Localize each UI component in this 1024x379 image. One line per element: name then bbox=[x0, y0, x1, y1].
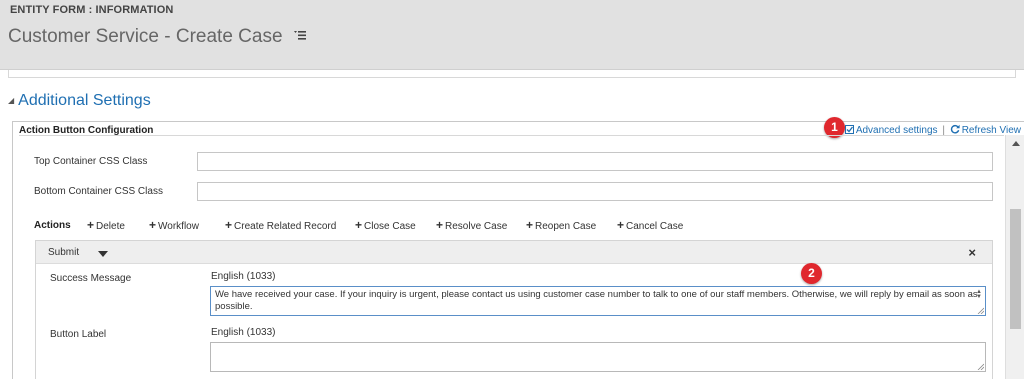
action-button-label: Cancel Case bbox=[626, 221, 684, 232]
textarea-spin-icon[interactable]: ▲ ▼ bbox=[975, 289, 983, 300]
top-container-css-label: Top Container CSS Class bbox=[34, 156, 148, 167]
bottom-container-css-label: Bottom Container CSS Class bbox=[34, 186, 163, 197]
form-title-text: Customer Service - Create Case bbox=[8, 26, 283, 48]
action-button-label: Reopen Case bbox=[535, 221, 597, 232]
form-selector-menu-icon[interactable] bbox=[293, 24, 306, 46]
add-delete-action-button[interactable]: + Delete bbox=[87, 218, 125, 232]
refresh-icon bbox=[950, 124, 960, 134]
success-message-text: We have received your case. If your inqu… bbox=[215, 289, 978, 312]
resize-grip-icon[interactable] bbox=[977, 363, 984, 370]
button-label-label: Button Label bbox=[50, 329, 107, 340]
success-message-label: Success Message bbox=[50, 273, 132, 284]
button-label-language: English (1033) bbox=[211, 327, 276, 338]
vertical-scrollbar[interactable] bbox=[1005, 135, 1024, 379]
add-resolve-case-action-button[interactable]: + Resolve Case bbox=[436, 218, 508, 232]
scrollbar-thumb[interactable] bbox=[1010, 209, 1021, 329]
edit-checkbox-icon bbox=[844, 125, 854, 134]
add-workflow-action-button[interactable]: + Workflow bbox=[149, 218, 199, 232]
add-close-case-action-button[interactable]: + Close Case bbox=[355, 218, 416, 232]
action-button-label: Resolve Case bbox=[445, 221, 508, 232]
success-message-language: English (1033) bbox=[211, 271, 276, 282]
section-heading-additional-settings[interactable]: ◢ Additional Settings bbox=[8, 92, 151, 110]
collapse-triangle-icon: ◢ bbox=[8, 96, 15, 105]
form-header: ENTITY FORM : INFORMATION Customer Servi… bbox=[0, 0, 1024, 70]
add-create-related-record-action-button[interactable]: + Create Related Record bbox=[225, 218, 337, 232]
submit-action-label: Submit bbox=[48, 247, 80, 258]
top-container-css-input[interactable] bbox=[197, 152, 993, 171]
actions-label: Actions bbox=[34, 220, 71, 231]
entity-form-label: ENTITY FORM : INFORMATION bbox=[10, 4, 174, 16]
success-message-textarea[interactable]: We have received your case. If your inqu… bbox=[210, 286, 986, 316]
plus-icon: + bbox=[617, 218, 625, 232]
plus-icon: + bbox=[149, 218, 157, 232]
action-button-label: Create Related Record bbox=[234, 221, 337, 232]
button-label-textarea[interactable] bbox=[210, 342, 986, 372]
section-divider bbox=[8, 70, 1016, 78]
plus-icon: + bbox=[436, 218, 444, 232]
plus-icon: + bbox=[225, 218, 233, 232]
callout-badge-2: 2 bbox=[801, 263, 822, 284]
scroll-up-arrow-icon[interactable] bbox=[1012, 141, 1020, 146]
add-cancel-case-action-button[interactable]: + Cancel Case bbox=[617, 218, 684, 232]
bottom-container-css-input[interactable] bbox=[197, 182, 993, 201]
page-title: Customer Service - Create Case bbox=[8, 26, 306, 48]
section-heading-label: Additional Settings bbox=[18, 92, 151, 109]
resize-grip-icon[interactable] bbox=[977, 307, 984, 314]
submit-action-header[interactable]: Submit × bbox=[36, 241, 992, 264]
add-reopen-case-action-button[interactable]: + Reopen Case bbox=[526, 218, 597, 232]
action-button-label: Close Case bbox=[364, 221, 416, 232]
action-button-label: Workflow bbox=[158, 221, 199, 232]
close-icon[interactable]: × bbox=[968, 245, 976, 260]
chevron-down-icon[interactable] bbox=[98, 251, 108, 257]
plus-icon: + bbox=[355, 218, 363, 232]
plus-icon: + bbox=[526, 218, 534, 232]
action-button-label: Delete bbox=[96, 221, 125, 232]
plus-icon: + bbox=[87, 218, 95, 232]
